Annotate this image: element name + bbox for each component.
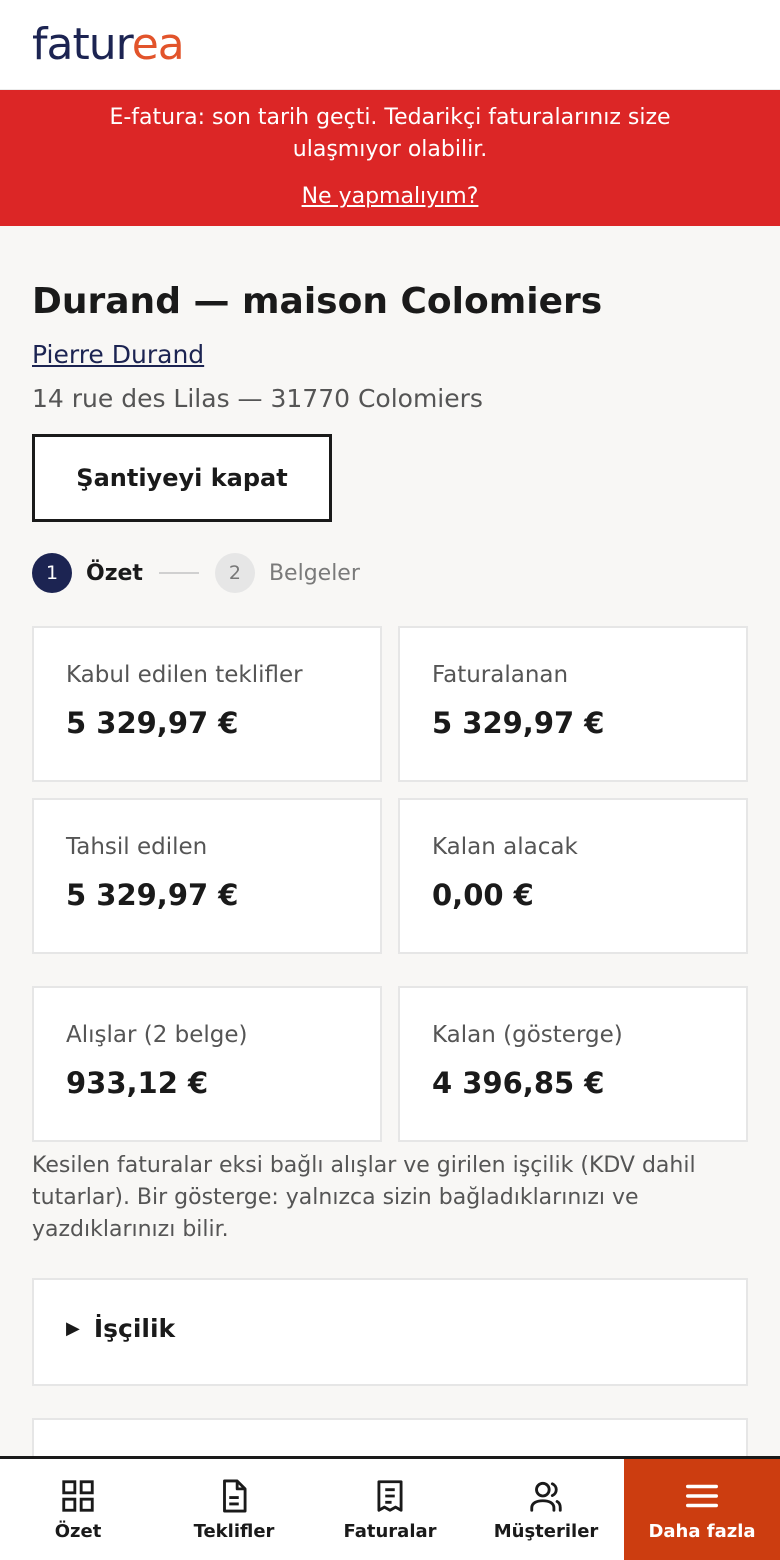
expand-triangle-icon: ▶ [66, 1318, 80, 1339]
card-value: 0,00 € [432, 878, 534, 912]
nav-item-invoices[interactable]: Faturalar [312, 1459, 468, 1560]
card-remaining-receivable: Kalan alacak 0,00 € [398, 798, 748, 954]
client-link[interactable]: Pierre Durand [32, 338, 204, 372]
faturea-logo[interactable]: faturea [32, 18, 185, 72]
nav-item-customers[interactable]: Müşteriler [468, 1459, 624, 1560]
section-label: İşçilik [93, 1314, 176, 1343]
card-label: Kalan (gösterge) [432, 1022, 623, 1048]
document-icon [223, 1479, 247, 1513]
nav-label: Faturalar [343, 1521, 437, 1542]
labor-summary[interactable]: ▶ İşçilik [66, 1314, 175, 1343]
card-purchases: Alışlar (2 belge) 933,12 € [32, 986, 382, 1142]
project-address: 14 rue des Lilas — 31770 Colomiers [32, 384, 483, 413]
banner-message: E-fatura: son tarih geçti. Tedarikçi fat… [109, 105, 671, 162]
nav-label: Daha fazla [648, 1521, 756, 1542]
app-header: faturea [0, 0, 780, 90]
stepper: 1 Özet 2 Belgeler [32, 553, 360, 593]
card-label: Tahsil edilen [66, 834, 208, 860]
card-invoiced: Faturalanan 5 329,97 € [398, 626, 748, 782]
card-value: 933,12 € [66, 1066, 209, 1100]
card-value: 4 396,85 € [432, 1066, 605, 1100]
banner-help-link[interactable]: Ne yapmalıyım? [0, 182, 780, 212]
efatura-warning-banner: E-fatura: son tarih geçti. Tedarikçi fat… [0, 90, 780, 226]
nav-item-more[interactable]: Daha fazla [624, 1459, 780, 1560]
step-1-label[interactable]: Özet [86, 561, 143, 586]
card-label: Kabul edilen teklifler [66, 662, 303, 688]
nav-item-quotes[interactable]: Teklifler [156, 1459, 312, 1560]
nav-label: Özet [54, 1521, 102, 1542]
menu-icon [686, 1484, 718, 1508]
step-2-number[interactable]: 2 [214, 553, 255, 593]
nav-item-summary[interactable]: Özet [0, 1459, 156, 1560]
step-connector [158, 572, 199, 574]
card-remaining-indicator: Kalan (gösterge) 4 396,85 € [398, 986, 748, 1142]
step-2-label[interactable]: Belgeler [269, 561, 360, 586]
labor-section[interactable]: ▶ İşçilik [32, 1278, 748, 1386]
close-site-button[interactable]: Şantiyeyi kapat [32, 434, 332, 522]
users-icon [530, 1481, 562, 1512]
card-accepted-quotes: Kabul edilen teklifler 5 329,97 € [32, 626, 382, 782]
indicator-note: Kesilen faturalar eksi bağlı alışlar ve … [32, 1153, 696, 1242]
card-label: Alışlar (2 belge) [66, 1022, 248, 1048]
card-collected: Tahsil edilen 5 329,97 € [32, 798, 382, 954]
page-title: Durand — maison Colomiers [32, 281, 603, 322]
card-value: 5 329,97 € [66, 706, 239, 740]
bottom-navigation: Özet Teklifler Faturalar Müşteriler Daha… [0, 1456, 780, 1560]
nav-label: Teklifler [193, 1521, 275, 1542]
receipt-icon [377, 1480, 403, 1512]
nav-label: Müşteriler [493, 1521, 599, 1542]
grid-icon [62, 1480, 94, 1512]
card-label: Faturalanan [432, 662, 569, 688]
card-value: 5 329,97 € [432, 706, 605, 740]
card-value: 5 329,97 € [66, 878, 239, 912]
card-label: Kalan alacak [432, 834, 578, 860]
step-1-number[interactable]: 1 [32, 553, 72, 593]
